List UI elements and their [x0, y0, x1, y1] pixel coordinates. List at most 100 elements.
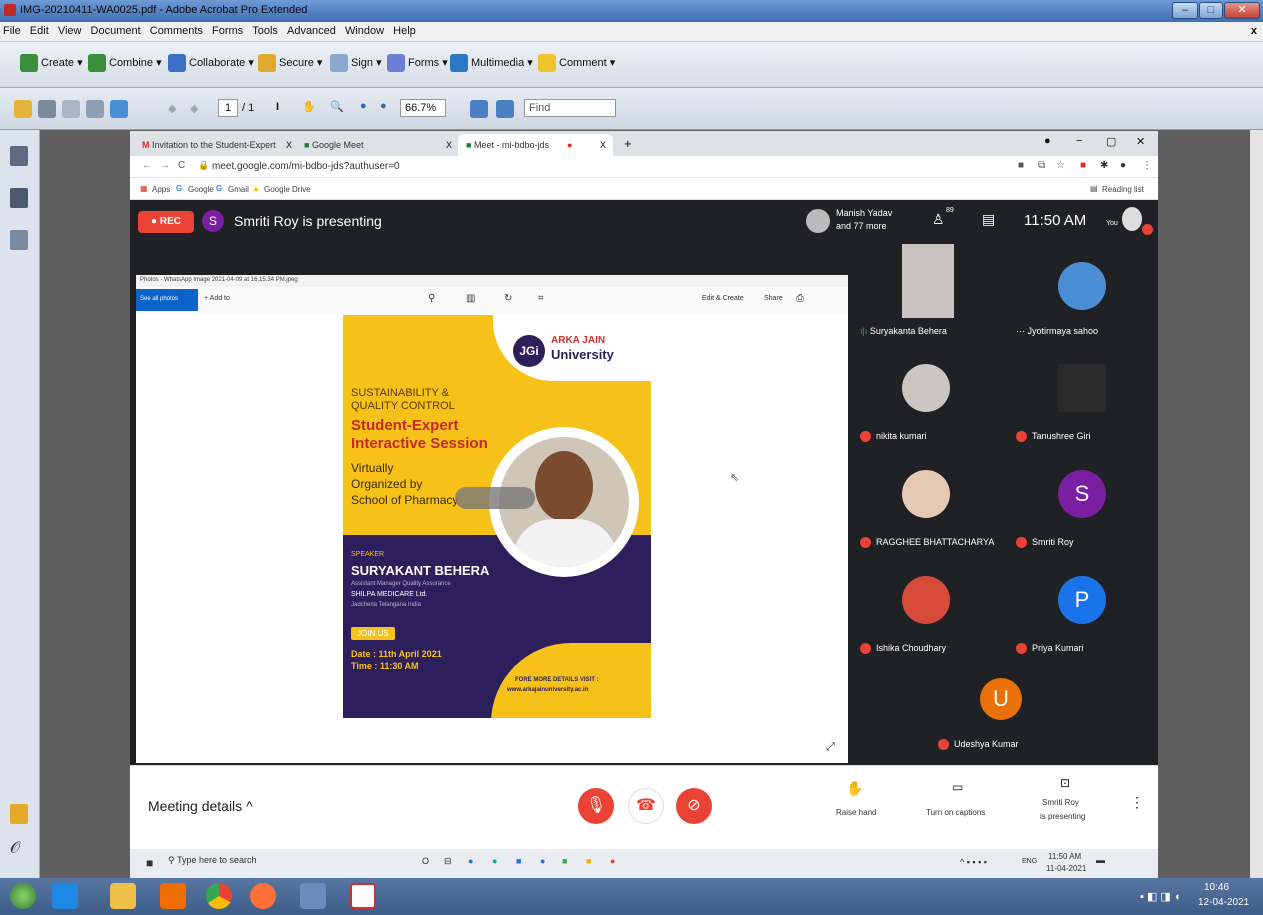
- participant-tile[interactable]: RAGGHEE BHATTACHARYA: [850, 456, 1000, 556]
- participant-tile[interactable]: ı|ı Suryakanta Behera: [850, 244, 1000, 344]
- reload-icon[interactable]: C: [178, 160, 185, 171]
- tab-google-meet[interactable]: ■ Google Meet: [296, 134, 451, 156]
- zoom-out-icon[interactable]: ●: [360, 100, 367, 112]
- task-view-icon[interactable]: ⊟: [444, 856, 452, 867]
- zoom-level-select[interactable]: 66.7%: [400, 99, 446, 117]
- acrobat-taskbar-icon[interactable]: [350, 883, 376, 909]
- add-to-button[interactable]: + Add to: [204, 295, 230, 302]
- back-icon[interactable]: ←: [142, 160, 152, 171]
- captions-button[interactable]: Turn on captions: [926, 808, 985, 817]
- forward-icon[interactable]: →: [160, 160, 170, 171]
- print-icon[interactable]: [38, 100, 56, 118]
- menu-comments[interactable]: Comments: [147, 22, 206, 40]
- bookmark-gmail[interactable]: Gmail: [228, 185, 249, 194]
- media-player-icon[interactable]: [160, 883, 186, 909]
- crop-icon[interactable]: ⌗: [538, 293, 544, 304]
- notification-icon[interactable]: ▬: [1096, 855, 1105, 865]
- menu-forms[interactable]: Forms: [209, 22, 246, 40]
- secure-button[interactable]: Secure ▾: [258, 54, 322, 72]
- close-document-button[interactable]: x: [1251, 25, 1257, 37]
- mail-icon[interactable]: ●: [540, 856, 545, 866]
- participant-tile[interactable]: Ishika Choudhary: [850, 562, 1000, 662]
- start-orb-icon[interactable]: [10, 883, 36, 909]
- start-icon[interactable]: ■: [146, 856, 153, 870]
- taskbar-search-input[interactable]: ⚲ Type here to search: [168, 855, 400, 873]
- internet-explorer-icon[interactable]: [52, 883, 78, 909]
- account-icon[interactable]: ●: [1120, 160, 1126, 171]
- tab-meet-active[interactable]: ■ Meet - mi-bdbo-jds ●: [458, 134, 613, 156]
- edit-create-button[interactable]: Edit & Create: [702, 295, 744, 302]
- share-button[interactable]: Share: [764, 295, 783, 302]
- browser-menu-icon[interactable]: ⋮: [1142, 160, 1152, 171]
- collaborate-button[interactable]: Collaborate ▾: [168, 54, 254, 72]
- previous-page-icon[interactable]: ◆: [168, 102, 176, 115]
- pages-panel-icon[interactable]: [10, 146, 28, 166]
- combine-button[interactable]: Combine ▾: [88, 54, 162, 72]
- file-explorer-icon[interactable]: [110, 883, 136, 909]
- zoom-icon[interactable]: ⚲: [428, 293, 435, 304]
- tab-invitation-close[interactable]: X: [286, 140, 292, 150]
- extensions-puzzle-icon[interactable]: ✱: [1100, 160, 1108, 171]
- url-input[interactable]: meet.google.com/mi-bdbo-jds?authuser=0: [212, 161, 400, 172]
- fullscreen-icon[interactable]: ⤢: [826, 741, 835, 754]
- participant-tile[interactable]: ··· Jyotirmaya sahoo: [1006, 244, 1156, 344]
- store-icon[interactable]: ■: [516, 856, 521, 866]
- maps-icon[interactable]: ●: [468, 856, 473, 866]
- print-icon[interactable]: ⎙: [796, 293, 804, 304]
- participant-tile[interactable]: P Priya Kumari: [1006, 562, 1156, 662]
- chrome-icon[interactable]: [206, 883, 232, 909]
- menu-advanced[interactable]: Advanced: [284, 22, 339, 40]
- sign-button[interactable]: Sign ▾: [330, 54, 382, 72]
- raise-hand-button[interactable]: Raise hand: [836, 808, 876, 817]
- multimedia-button[interactable]: Multimedia ▾: [450, 54, 533, 72]
- participant-tile[interactable]: S Smriti Roy: [1006, 456, 1156, 556]
- tab-meet-close[interactable]: X: [600, 140, 606, 150]
- maximize-button[interactable]: □: [1199, 2, 1223, 19]
- forms-button[interactable]: Forms ▾: [387, 54, 448, 72]
- fit-width-icon[interactable]: [496, 100, 514, 118]
- create-button[interactable]: Create ▾: [20, 54, 83, 72]
- reading-list[interactable]: Reading list: [1102, 185, 1144, 194]
- hand-tool-icon[interactable]: ✋: [302, 100, 316, 113]
- menu-help[interactable]: Help: [390, 22, 419, 40]
- menu-window[interactable]: Window: [342, 22, 387, 40]
- close-button[interactable]: ✕: [1224, 2, 1260, 19]
- browser-maximize-button[interactable]: ▢: [1106, 135, 1116, 148]
- leave-call-button[interactable]: ☎: [628, 788, 664, 824]
- page-number-input[interactable]: 1: [218, 99, 238, 117]
- tab-invitation[interactable]: M Invitation to the Student-Expert: [134, 134, 292, 156]
- more-options-icon[interactable]: ⋮: [1130, 794, 1144, 811]
- external-icon[interactable]: ⧉: [1038, 160, 1045, 171]
- next-page-icon[interactable]: ◆: [190, 102, 198, 115]
- signatures-panel-icon[interactable]: [10, 230, 28, 250]
- select-tool-icon[interactable]: I: [276, 101, 279, 113]
- camera-icon[interactable]: ■: [1018, 160, 1024, 171]
- menu-document[interactable]: Document: [88, 22, 144, 40]
- participant-tile[interactable]: nikita kumari: [850, 350, 1000, 450]
- edge-icon[interactable]: ●: [492, 856, 497, 866]
- zoom-in-icon[interactable]: ●: [380, 100, 387, 112]
- attachments-panel-icon[interactable]: [10, 188, 28, 208]
- network-icon[interactable]: [300, 883, 326, 909]
- delete-icon[interactable]: ▥: [466, 293, 475, 304]
- save-icon[interactable]: [62, 100, 80, 118]
- participant-tile[interactable]: Tanushree Giri: [1006, 350, 1156, 450]
- minimize-button[interactable]: –: [1172, 2, 1198, 19]
- chat-icon[interactable]: ▤: [982, 211, 995, 228]
- chrome-icon[interactable]: ●: [610, 856, 615, 866]
- camera-toggle-button[interactable]: ⊘: [676, 788, 712, 824]
- participant-tile[interactable]: U Udeshya Kumar: [928, 668, 1078, 764]
- browser-close-button[interactable]: ✕: [1136, 135, 1145, 148]
- comments-panel-icon[interactable]: [10, 804, 28, 824]
- new-tab-button[interactable]: +: [624, 136, 632, 151]
- browser-minimize-button[interactable]: −: [1076, 135, 1082, 147]
- firefox-icon[interactable]: [250, 883, 276, 909]
- vertical-scrollbar[interactable]: [1250, 130, 1263, 878]
- rotate-icon[interactable]: ↻: [504, 293, 512, 304]
- paperclip-icon[interactable]: 𝒪: [10, 840, 28, 860]
- email-icon[interactable]: [86, 100, 104, 118]
- menu-file[interactable]: File: [0, 22, 24, 40]
- extension-icon[interactable]: ■: [1080, 160, 1086, 171]
- zoom-tool-icon[interactable]: 🔍: [330, 100, 344, 113]
- bookmark-star-icon[interactable]: ☆: [1056, 160, 1065, 171]
